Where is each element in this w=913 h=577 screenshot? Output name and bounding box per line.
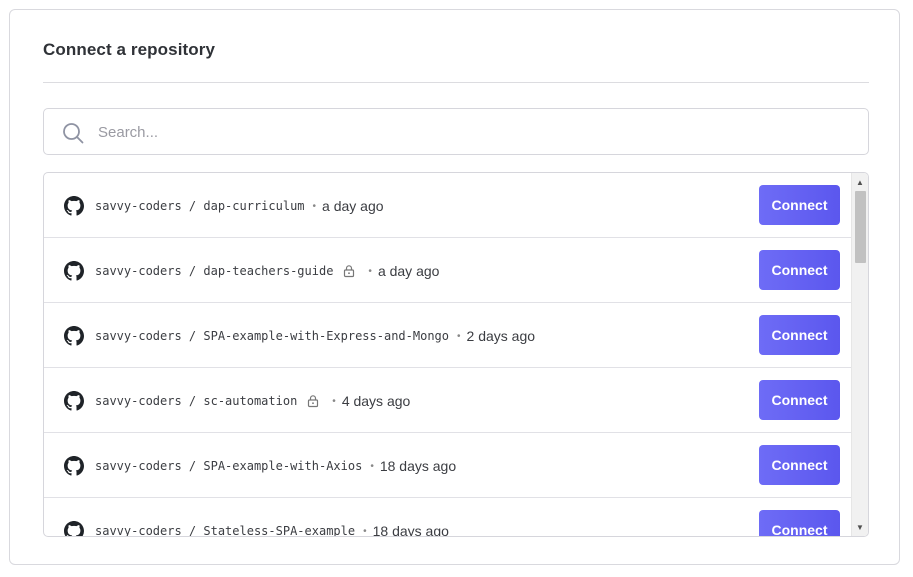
connect-button[interactable]: Connect [759, 185, 840, 225]
separator-dot: • [363, 525, 367, 537]
repository-name[interactable]: savvy-coders / Stateless-SPA-example [95, 524, 355, 536]
repository-row-1: savvy-coders / dap-curriculum • a day ag… [44, 173, 852, 238]
updated-time: 2 days ago [466, 328, 536, 344]
connect-repository-panel: Connect a repository savvy-coders / dap-… [9, 9, 900, 565]
separator-dot: • [370, 460, 374, 472]
search-icon [63, 123, 84, 144]
connect-button[interactable]: Connect [759, 445, 840, 485]
repository-info: savvy-coders / dap-teachers-guide • a da… [95, 263, 439, 279]
repository-row-6: savvy-coders / Stateless-SPA-example • 1… [44, 498, 852, 537]
scrollbar-thumb[interactable] [855, 191, 866, 263]
lock-icon [344, 265, 355, 278]
github-icon [64, 391, 84, 411]
repository-info: savvy-coders / Stateless-SPA-example • 1… [95, 523, 449, 537]
search-input[interactable] [96, 109, 860, 156]
connect-button[interactable]: Connect [759, 380, 840, 420]
lock-icon [308, 395, 319, 408]
repository-row-4: savvy-coders / sc-automation • 4 days ag… [44, 368, 852, 433]
repository-rows: savvy-coders / dap-curriculum • a day ag… [44, 173, 852, 537]
updated-time: 4 days ago [341, 393, 411, 409]
github-icon [64, 456, 84, 476]
repository-name[interactable]: savvy-coders / SPA-example-with-Axios [95, 459, 362, 473]
github-icon [64, 326, 84, 346]
separator-dot: • [332, 395, 336, 407]
repository-row-3: savvy-coders / SPA-example-with-Express-… [44, 303, 852, 368]
scroll-down-arrow-icon[interactable]: ▼ [852, 520, 868, 534]
connect-button[interactable]: Connect [759, 250, 840, 290]
updated-time: 18 days ago [379, 458, 457, 474]
repository-row-5: savvy-coders / SPA-example-with-Axios • … [44, 433, 852, 498]
divider [43, 82, 869, 83]
repository-info: savvy-coders / sc-automation • 4 days ag… [95, 393, 410, 409]
connect-button[interactable]: Connect [759, 510, 840, 536]
repository-name[interactable]: savvy-coders / dap-curriculum [95, 199, 305, 213]
scroll-up-arrow-icon[interactable]: ▲ [852, 175, 868, 189]
scrollbar[interactable]: ▲ ▼ [851, 173, 868, 536]
updated-time: a day ago [322, 198, 384, 214]
updated-time: a day ago [377, 263, 440, 279]
separator-dot: • [457, 330, 461, 342]
panel-title: Connect a repository [43, 40, 216, 59]
github-icon [64, 521, 84, 536]
separator-dot: • [368, 265, 372, 277]
github-icon [64, 261, 84, 281]
repository-name[interactable]: savvy-coders / dap-teachers-guide [95, 264, 333, 278]
repository-info: savvy-coders / dap-curriculum • a day ag… [95, 198, 384, 214]
repository-info: savvy-coders / SPA-example-with-Express-… [95, 328, 535, 344]
connect-button[interactable]: Connect [759, 315, 840, 355]
repository-list: savvy-coders / dap-curriculum • a day ag… [43, 172, 869, 537]
updated-time: 18 days ago [372, 523, 449, 537]
repository-name[interactable]: savvy-coders / sc-automation [95, 394, 297, 408]
repository-name[interactable]: savvy-coders / SPA-example-with-Express-… [95, 329, 449, 343]
separator-dot: • [312, 200, 317, 212]
repository-row-2: savvy-coders / dap-teachers-guide • a da… [44, 238, 852, 303]
github-icon [64, 196, 84, 216]
repository-info: savvy-coders / SPA-example-with-Axios • … [95, 458, 456, 474]
search-box[interactable] [43, 108, 869, 156]
